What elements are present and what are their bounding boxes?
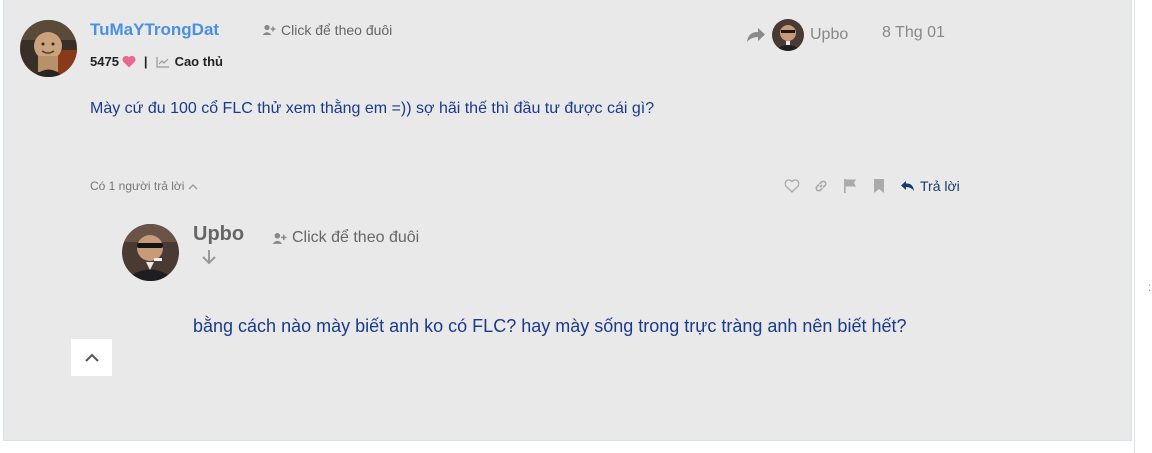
chart-line-icon <box>155 56 170 68</box>
reply-to-username[interactable]: Upbo <box>810 26 848 44</box>
add-user-icon <box>272 232 287 245</box>
bottom-strip <box>3 441 1132 453</box>
heart-icon[interactable] <box>783 177 801 195</box>
stats-separator: | <box>143 54 148 69</box>
post-follow-button[interactable]: Click để theo đuôi <box>262 22 392 38</box>
post-follow-label: Click để theo đuôi <box>281 22 393 38</box>
share-arrow-icon <box>746 27 766 43</box>
reply-author-name[interactable]: Upbo <box>193 223 244 246</box>
reply-to-avatar[interactable] <box>772 19 804 51</box>
link-icon[interactable] <box>812 177 830 195</box>
reply-author-avatar[interactable] <box>122 224 179 281</box>
reply-count-toggle[interactable]: Có 1 người trả lời <box>90 179 198 193</box>
heart-icon <box>122 55 136 68</box>
post-body: Mày cứ đu 100 cổ FLC thử xem thằng em =)… <box>90 100 655 117</box>
bookmark-icon[interactable] <box>870 177 888 195</box>
post-author-avatar[interactable] <box>20 20 77 77</box>
reply-button-label: Trả lời <box>920 178 960 194</box>
post-author-points: 5475 <box>90 54 119 69</box>
flag-icon[interactable] <box>841 177 859 195</box>
reply-count-label: Có 1 người trả lời <box>90 179 185 193</box>
reply-follow-button[interactable]: Click để theo đuôi <box>272 229 419 247</box>
edge-glyph: : <box>1148 280 1152 294</box>
reply-icon <box>900 180 915 192</box>
post-author-rank: Cao thủ <box>174 54 223 69</box>
post-author-name[interactable]: TuMaYTrongDat <box>90 20 219 40</box>
reply-body: bằng cách nào mày biết anh ko có FLC? ha… <box>193 316 907 336</box>
chevron-up-icon <box>188 183 198 190</box>
arrow-down-icon[interactable] <box>200 248 218 266</box>
add-user-icon <box>262 24 276 36</box>
reply-follow-label: Click để theo đuôi <box>292 229 420 246</box>
right-margin <box>1134 0 1152 453</box>
reply-to-indicator[interactable]: Upbo <box>746 19 848 51</box>
post-author-stats: 5475 | Cao thủ <box>90 54 223 69</box>
post-date: 8 Thg 01 <box>882 24 945 41</box>
post-actions: Trả lời <box>783 177 960 195</box>
scroll-to-top-button[interactable] <box>71 339 112 376</box>
reply-button[interactable]: Trả lời <box>900 178 960 194</box>
chevron-up-icon <box>84 353 100 363</box>
